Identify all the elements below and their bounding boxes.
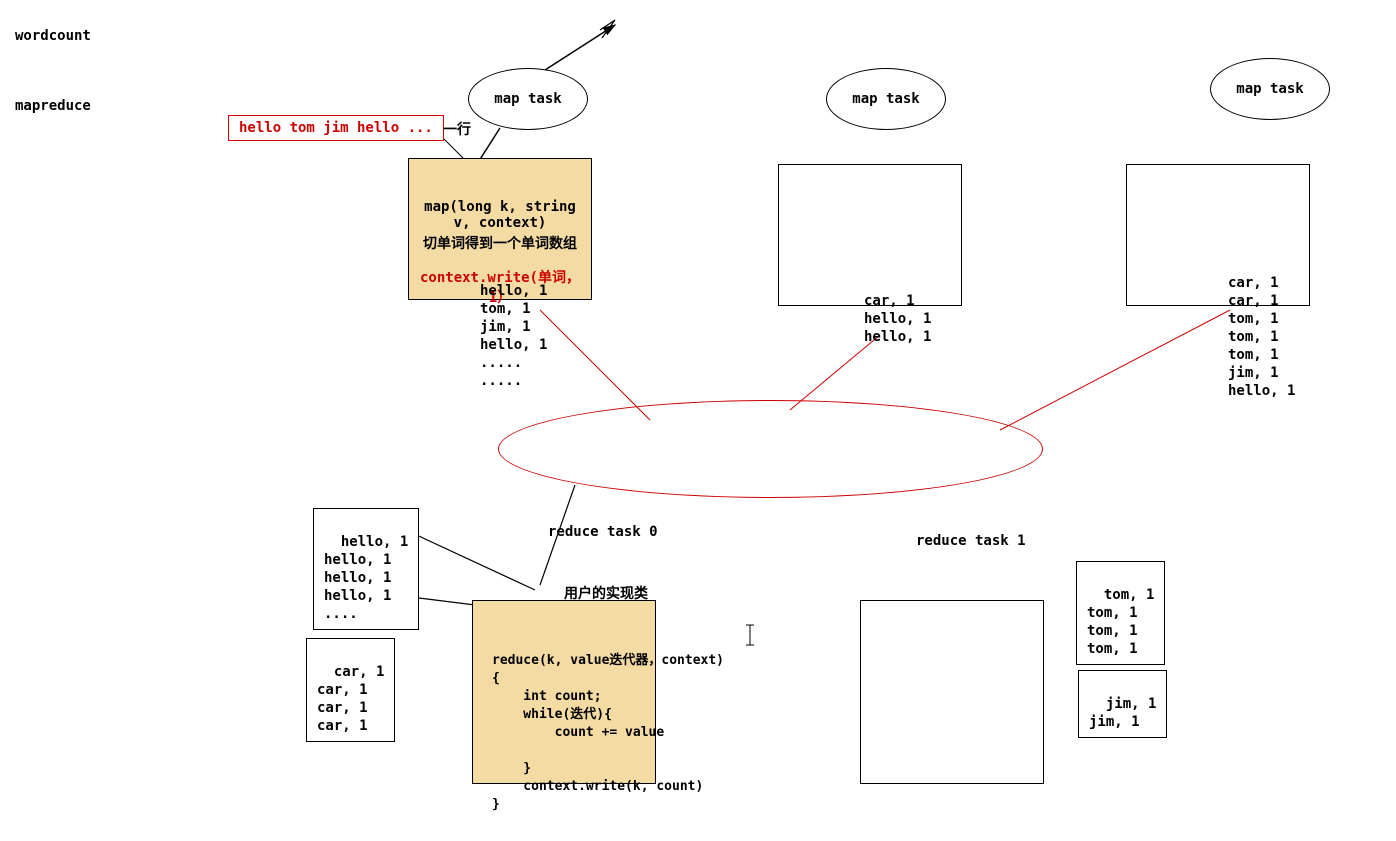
map1-outputs: hello, 1 tom, 1 jim, 1 hello, 1 ..... ..… <box>480 282 547 390</box>
title-wordcount: wordcount <box>15 28 91 44</box>
input-line-box: hello tom jim hello ... <box>228 115 444 141</box>
map-function-box: map(long k, string v, context) 切单词得到一个单词… <box>408 158 592 300</box>
reduce-box-1 <box>860 600 1044 784</box>
map-box-2 <box>778 164 962 306</box>
map3-outputs: car, 1 car, 1 tom, 1 tom, 1 tom, 1 jim, … <box>1228 274 1295 400</box>
map-task-ellipse-3: map task <box>1210 58 1330 120</box>
shuffle-ellipse <box>498 400 1043 498</box>
group-car-text: car, 1 car, 1 car, 1 car, 1 <box>317 664 384 734</box>
map-task-ellipse-1: map task <box>468 68 588 130</box>
map-task-ellipse-2: map task <box>826 68 946 130</box>
map2-outputs: car, 1 hello, 1 hello, 1 <box>864 292 931 346</box>
reduce-code: reduce(k, value迭代器，context) { int count;… <box>492 652 724 814</box>
map-task-label-1: map task <box>494 91 561 107</box>
map-task-label-3: map task <box>1236 81 1303 97</box>
reduce-task-0-label: reduce task 0 <box>548 524 658 540</box>
map-task-label-2: map task <box>852 91 919 107</box>
input-line-text: hello tom jim hello ... <box>239 120 433 136</box>
input-line-label: 一行 <box>443 119 471 139</box>
map-func-sig: map(long k, string v, context) <box>417 199 583 231</box>
group-car-box: car, 1 car, 1 car, 1 car, 1 <box>306 638 395 742</box>
reduce-task-1-label: reduce task 1 <box>916 533 1026 549</box>
group-jim-box: jim, 1 jim, 1 <box>1078 670 1167 738</box>
group-jim-text: jim, 1 jim, 1 <box>1089 696 1156 730</box>
group-tom-text: tom, 1 tom, 1 tom, 1 tom, 1 <box>1087 587 1154 657</box>
group-hello-box: hello, 1 hello, 1 hello, 1 hello, 1 .... <box>313 508 419 630</box>
map-func-desc: 切单词得到一个单词数组 <box>417 233 583 253</box>
title-mapreduce: mapreduce <box>15 98 91 114</box>
group-hello-text: hello, 1 hello, 1 hello, 1 hello, 1 .... <box>324 534 408 622</box>
group-tom-box: tom, 1 tom, 1 tom, 1 tom, 1 <box>1076 561 1165 665</box>
